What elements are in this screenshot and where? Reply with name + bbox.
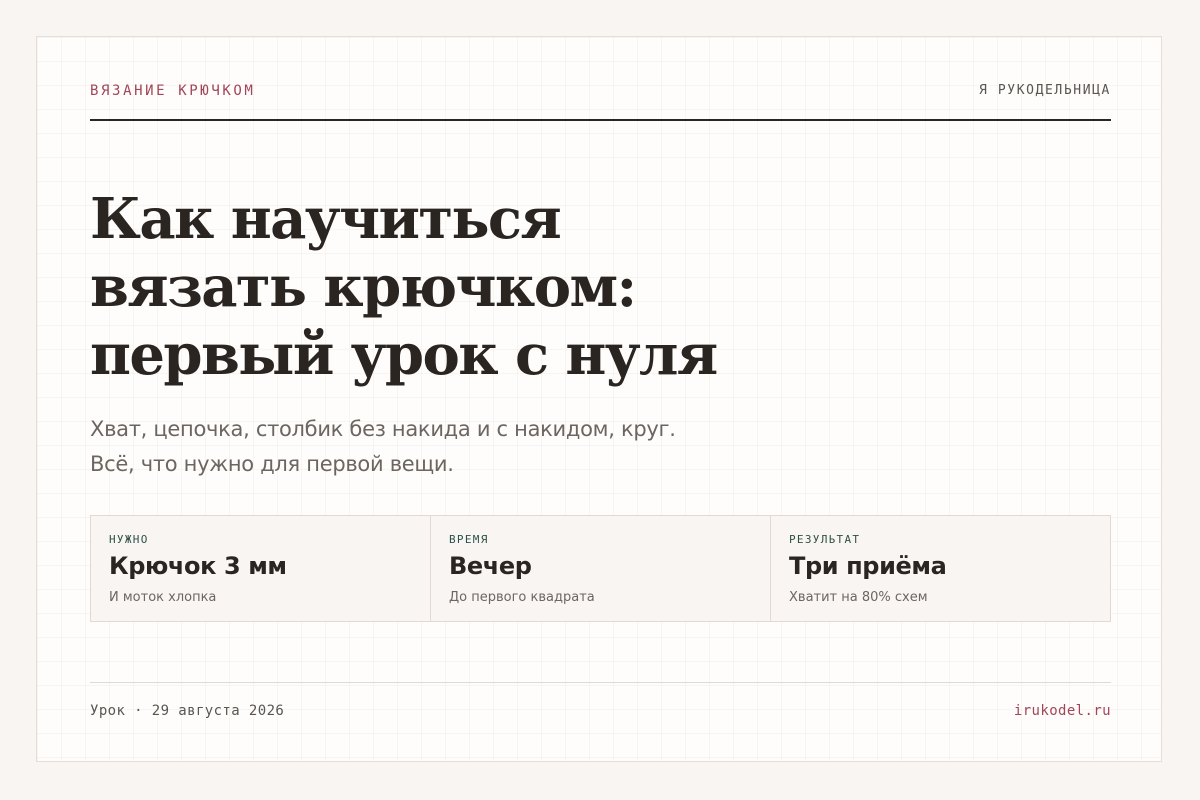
title-line: первый урок с нуля (90, 322, 718, 388)
header: ВЯЗАНИЕ КРЮЧКОМ Я РУКОДЕЛЬНИЦА (90, 83, 1111, 121)
fact-label: ВРЕМЯ (449, 533, 489, 546)
fact-value: Три приёма (789, 552, 947, 580)
fact-time: ВРЕМЯ Вечер До первого квадрата (430, 516, 770, 621)
subtitle-line: Всё, что нужно для первой вещи. (90, 452, 454, 476)
fact-note: Хватит на 80% схем (789, 590, 928, 605)
footer: Урок · 29 августа 2026 irukodel.ru (90, 682, 1111, 723)
title-line: вязать крючком: (90, 254, 637, 320)
article-card: ВЯЗАНИЕ КРЮЧКОМ Я РУКОДЕЛЬНИЦА Как научи… (36, 36, 1162, 762)
fact-label: РЕЗУЛЬТАТ (789, 533, 861, 546)
site-section-label[interactable]: Я РУКОДЕЛЬНИЦА (979, 83, 1111, 98)
lesson-date: Урок · 29 августа 2026 (90, 703, 285, 719)
subtitle-line: Хват, цепочка, столбик без накида и с на… (90, 417, 676, 441)
fact-note: До первого квадрата (449, 590, 595, 605)
fact-needed: НУЖНО Крючок 3 мм И моток хлопка (91, 516, 430, 621)
fact-label: НУЖНО (109, 533, 149, 546)
title-line: Как научиться (90, 186, 562, 252)
fact-result: РЕЗУЛЬТАТ Три приёма Хватит на 80% схем (770, 516, 1110, 621)
category-label[interactable]: ВЯЗАНИЕ КРЮЧКОМ (90, 83, 255, 99)
fact-value: Вечер (449, 552, 532, 580)
fact-value: Крючок 3 мм (109, 552, 287, 580)
site-link[interactable]: irukodel.ru (1014, 703, 1111, 719)
subtitle: Хват, цепочка, столбик без накида и с на… (90, 412, 676, 482)
page-title: Как научиться вязать крючком: первый уро… (90, 185, 850, 389)
fact-note: И моток хлопка (109, 590, 217, 605)
facts-panel: НУЖНО Крючок 3 мм И моток хлопка ВРЕМЯ В… (90, 515, 1111, 622)
